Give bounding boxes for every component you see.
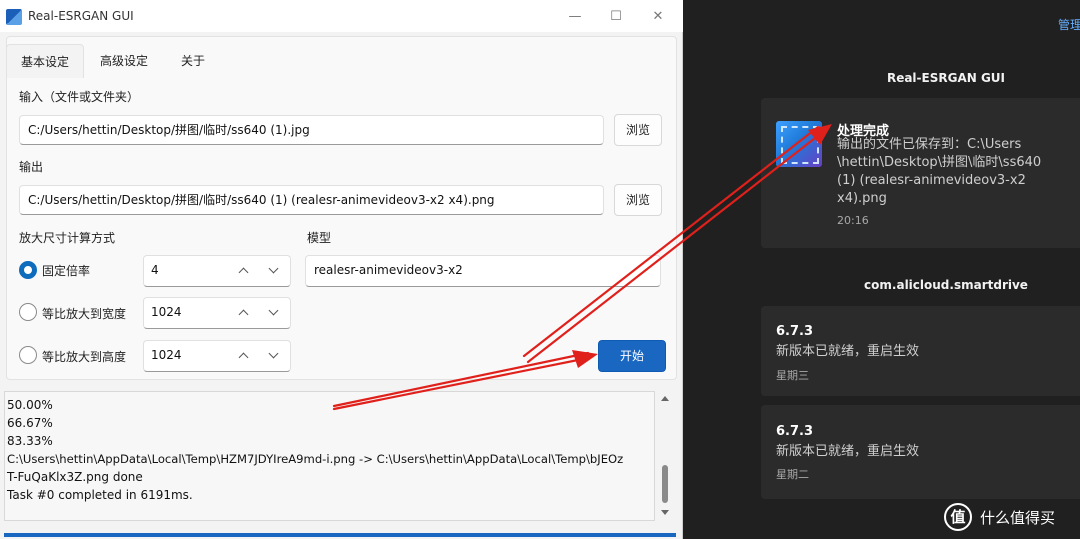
notification-time: 20:16	[837, 214, 869, 227]
radio-fit-height-label: 等比放大到高度	[42, 350, 127, 364]
log-line: C:\Users\hettin\AppData\Local\Temp\HZM7J…	[7, 452, 624, 466]
notification-body-line: \hettin\Desktop\拼图\临时\ss640	[837, 155, 1042, 170]
radio-fit-width-label: 等比放大到宽度	[42, 307, 127, 321]
manage-notifications-link[interactable]: 管理	[1058, 16, 1080, 33]
app-icon	[6, 9, 22, 25]
notification-time: 星期二	[776, 468, 809, 481]
decrement-icon[interactable]	[262, 344, 286, 368]
maximize-button[interactable]: ☐	[601, 6, 631, 28]
watermark-text: 什么值得买	[980, 509, 1056, 527]
scale-factor-value: 4	[151, 263, 159, 277]
scroll-down-icon[interactable]	[661, 510, 669, 515]
log-line: 50.00%	[7, 398, 53, 412]
title-bar[interactable]: Real-ESRGAN GUI — ☐ ✕	[0, 0, 683, 32]
notification-group-title: com.alicloud.smartdrive	[864, 278, 1028, 292]
tab-about[interactable]: 关于	[167, 44, 219, 78]
log-line: 83.33%	[7, 434, 53, 448]
log-line: 66.67%	[7, 416, 53, 430]
log-line: Task #0 completed in 6191ms.	[7, 488, 193, 502]
model-label: 模型	[307, 231, 332, 245]
radio-fit-height[interactable]	[19, 346, 37, 364]
start-button[interactable]: 开始	[598, 340, 666, 372]
decrement-icon[interactable]	[262, 301, 286, 325]
height-value: 1024	[151, 348, 182, 362]
notification-title: 6.7.3	[776, 324, 814, 339]
log-output[interactable]: 50.00% 66.67% 83.33% C:\Users\hettin\App…	[4, 391, 655, 521]
radio-fit-width[interactable]	[19, 303, 37, 321]
decrement-icon[interactable]	[262, 259, 286, 283]
notification-group-title: Real-ESRGAN GUI	[886, 71, 1006, 85]
notification-time: 星期三	[776, 369, 809, 382]
output-path-field[interactable]: C:/Users/hettin/Desktop/拼图/临时/ss640 (1) …	[19, 185, 604, 215]
image-icon	[776, 121, 822, 167]
scroll-thumb[interactable]	[662, 465, 668, 503]
notification-body-line: 新版本已就绪，重启生效	[776, 344, 920, 359]
increment-icon[interactable]	[232, 344, 256, 368]
tab-basic-settings[interactable]: 基本设定	[6, 44, 85, 78]
scale-mode-label: 放大尺寸计算方式	[19, 231, 116, 245]
increment-icon[interactable]	[232, 301, 256, 325]
log-line: T-FuQaKlx3Z.png done	[7, 470, 143, 484]
log-scrollbar[interactable]	[658, 393, 672, 520]
notification-card[interactable]: 6.7.3 新版本已就绪，重启生效 星期二	[761, 405, 1080, 499]
height-stepper[interactable]: 1024	[143, 340, 291, 372]
window-title: Real-ESRGAN GUI	[28, 9, 134, 23]
radio-fixed-scale-label: 固定倍率	[42, 264, 91, 278]
minimize-button[interactable]: —	[560, 6, 590, 28]
notification-body-line: x4).png	[837, 191, 887, 206]
scale-factor-stepper[interactable]: 4	[143, 255, 291, 287]
progress-bar	[4, 533, 676, 537]
input-path-field[interactable]: C:/Users/hettin/Desktop/拼图/临时/ss640 (1).…	[19, 115, 604, 145]
output-label: 输出	[19, 160, 44, 174]
browse-input-button[interactable]: 浏览	[614, 114, 662, 146]
increment-icon[interactable]	[232, 259, 256, 283]
watermark-logo: 值	[944, 503, 972, 531]
notification-body-line: 输出的文件已保存到：C:\Users	[837, 137, 1022, 152]
model-select[interactable]: realesr-animevideov3-x2	[305, 255, 661, 287]
scroll-up-icon[interactable]	[661, 396, 669, 401]
close-button[interactable]: ✕	[643, 6, 673, 28]
app-window: Real-ESRGAN GUI — ☐ ✕ 基本设定 高级设定 关于 输入（文件…	[0, 0, 683, 539]
input-label: 输入（文件或文件夹）	[19, 90, 140, 104]
tab-advanced-settings[interactable]: 高级设定	[86, 44, 162, 78]
notification-body-line: 新版本已就绪，重启生效	[776, 444, 920, 459]
width-value: 1024	[151, 305, 182, 319]
width-stepper[interactable]: 1024	[143, 297, 291, 329]
notification-body-line: (1) (realesr-animevideov3-x2	[837, 173, 1026, 188]
notification-title: 6.7.3	[776, 424, 814, 439]
notification-card[interactable]: 6.7.3 新版本已就绪，重启生效 星期三	[761, 306, 1080, 396]
browse-output-button[interactable]: 浏览	[614, 184, 662, 216]
radio-fixed-scale[interactable]	[19, 261, 37, 279]
